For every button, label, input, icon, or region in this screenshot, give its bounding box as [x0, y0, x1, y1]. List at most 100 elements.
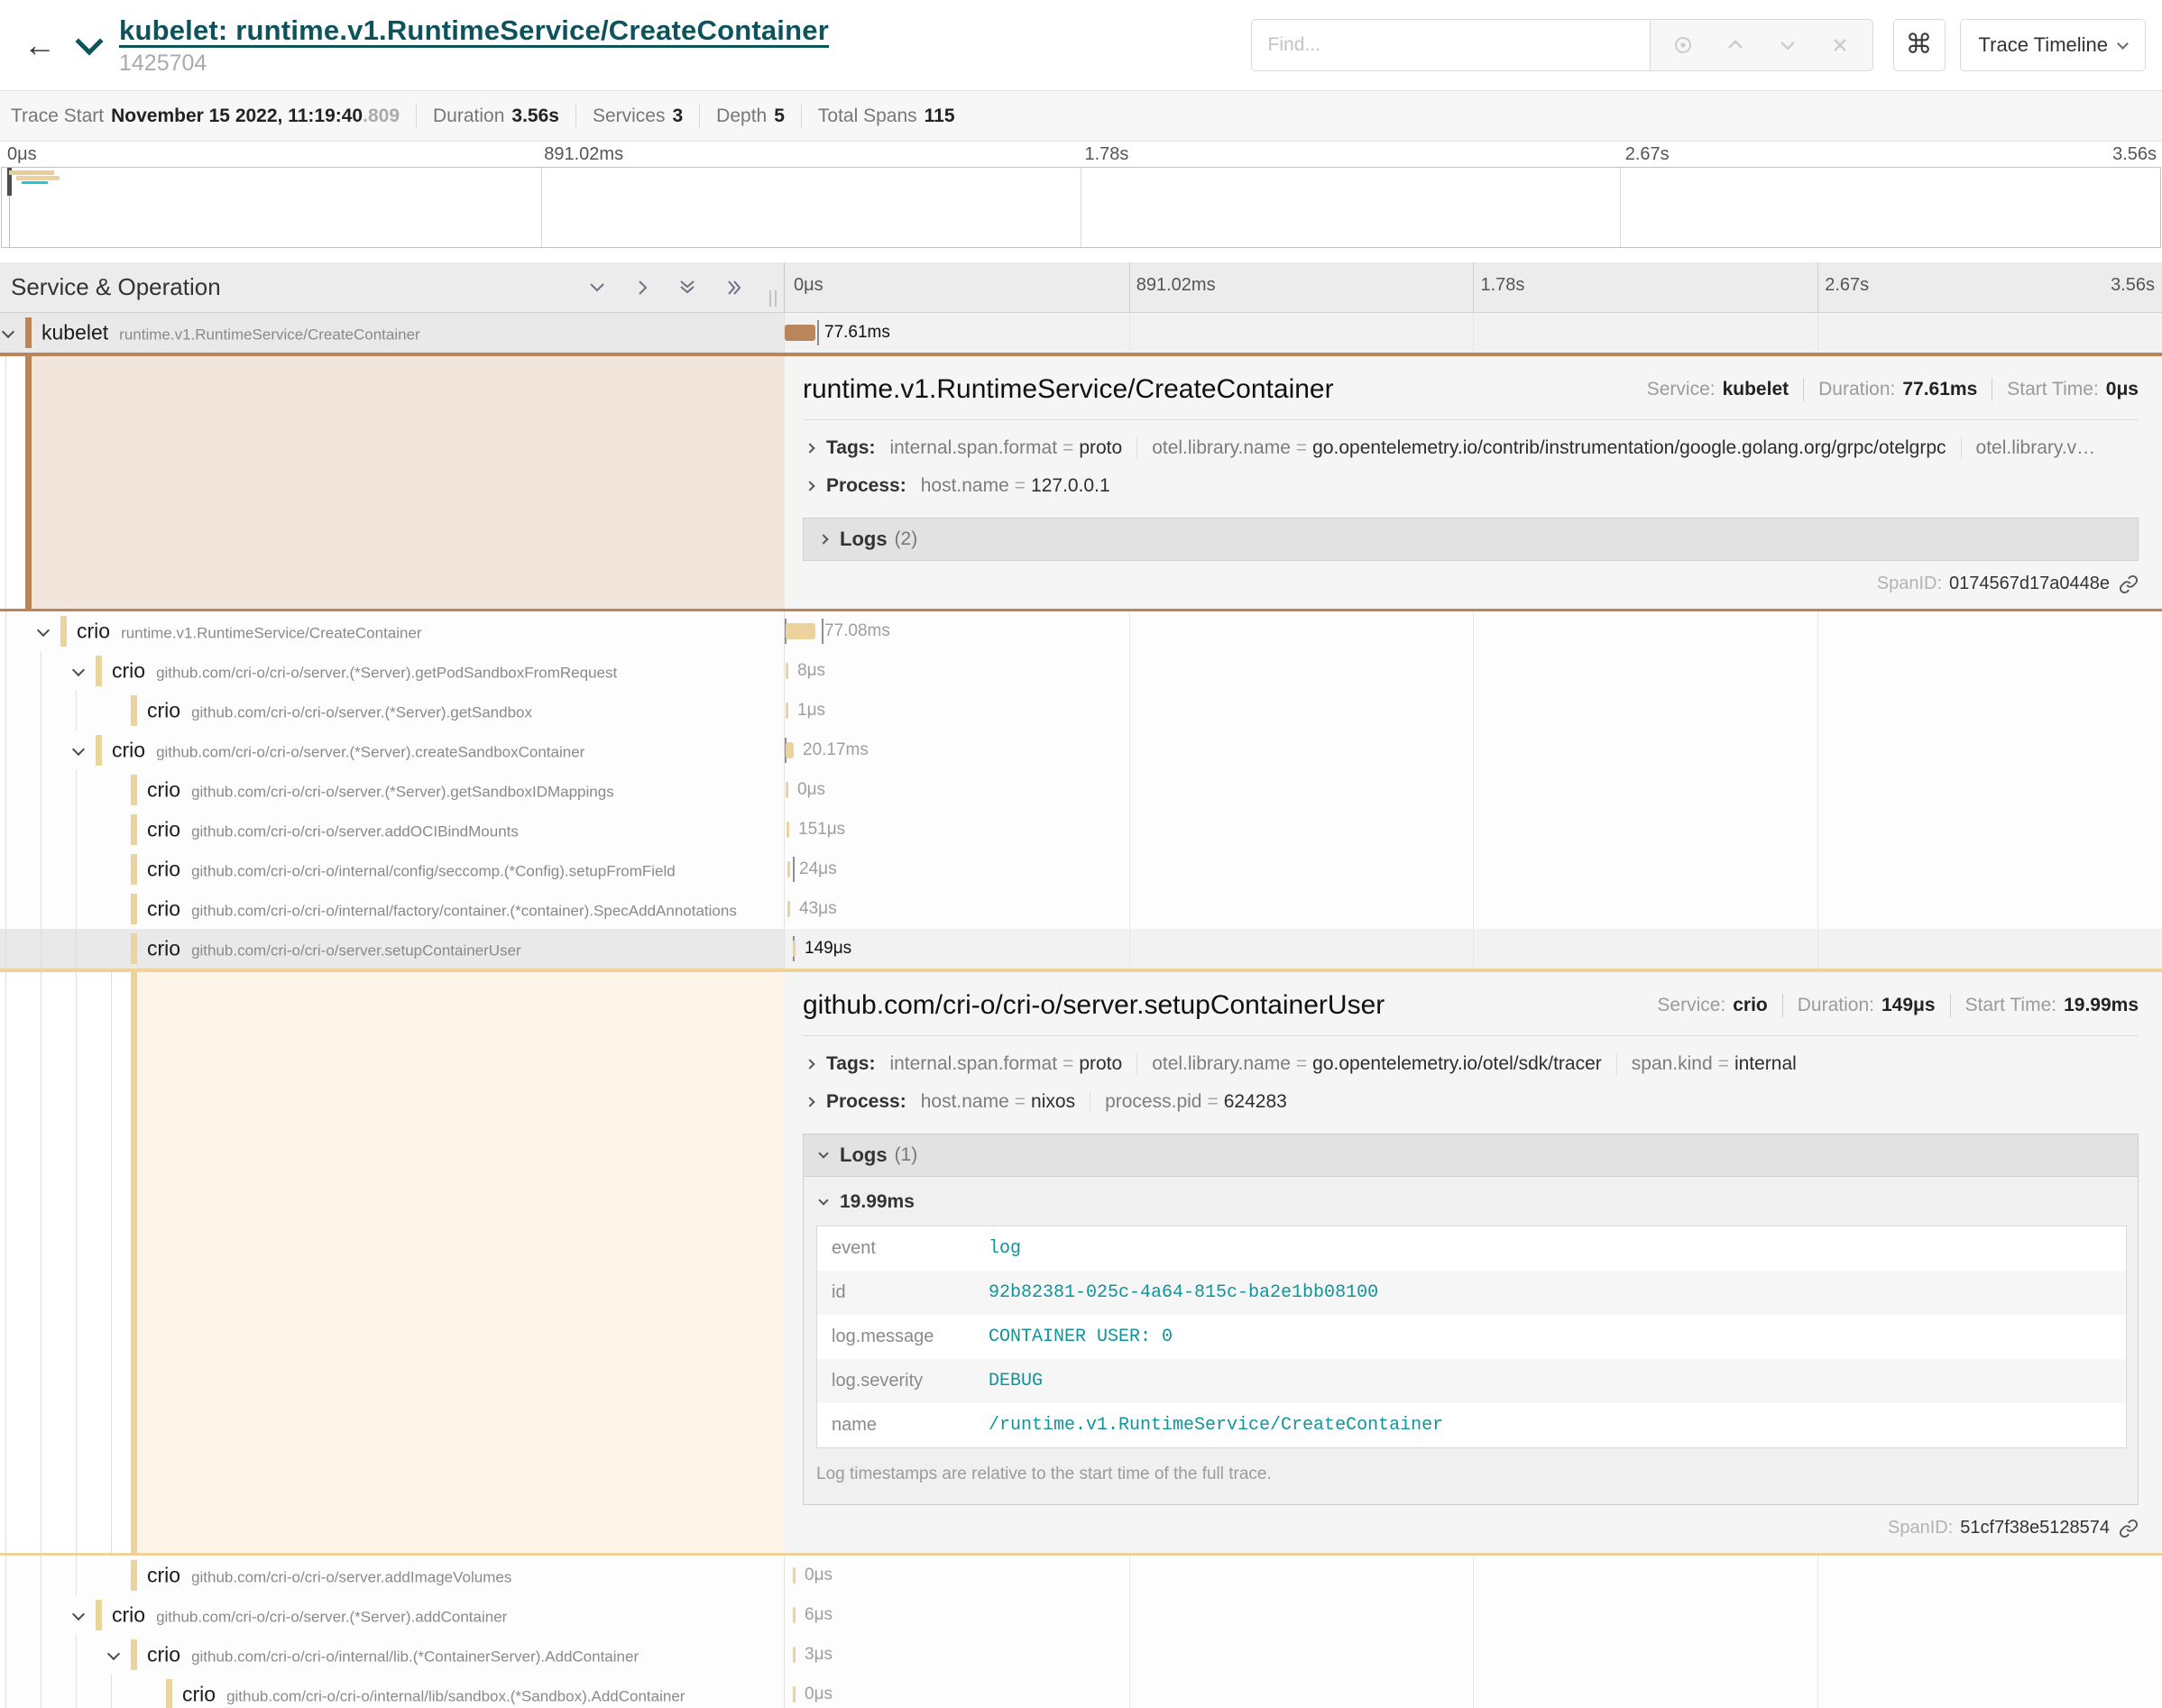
logs-toggle[interactable]: Logs (2) [803, 518, 2139, 561]
process-toggle[interactable]: Process: host.name=nixosprocess.pid=6242… [803, 1083, 2139, 1121]
span-expand-chevron-icon[interactable] [72, 664, 85, 676]
span-timeline-cell: 0μs [785, 1675, 2162, 1708]
span-color-bar [96, 656, 102, 686]
tag-item: host.name=nixos [921, 1091, 1105, 1113]
trace-title-link[interactable]: kubelet: runtime.v1.RuntimeService/Creat… [119, 14, 829, 47]
span-row[interactable]: criogithub.com/cri-o/cri-o/server.(*Serv… [0, 691, 2162, 730]
span-row[interactable]: criogithub.com/cri-o/cri-o/server.setupC… [0, 929, 2162, 969]
log-entry-toggle[interactable]: 19.99ms [816, 1191, 2127, 1213]
tag-item: otel.library.name=go.opentelemetry.io/co… [1152, 437, 1975, 459]
span-timeline-cell: 0μs [785, 770, 2162, 810]
span-row[interactable]: criogithub.com/cri-o/cri-o/server.(*Serv… [0, 651, 2162, 691]
copy-link-icon[interactable] [2119, 1519, 2139, 1538]
view-mode-dropdown[interactable]: Trace Timeline [1960, 19, 2146, 71]
span-color-bar [131, 854, 137, 885]
span-duration-label: 0μs [805, 1566, 833, 1585]
span-color-bar [131, 814, 137, 845]
chevron-down-icon [818, 1148, 828, 1158]
span-duration-label: 8μs [797, 661, 825, 681]
span-row[interactable]: criogithub.com/cri-o/cri-o/server.addOCI… [0, 810, 2162, 849]
span-expand-chevron-icon[interactable] [72, 1608, 85, 1621]
indent-guide [76, 929, 77, 969]
collapse-one-chevron-down-icon[interactable] [587, 279, 607, 297]
indent-guide [5, 770, 6, 810]
span-duration-bar [793, 941, 796, 957]
span-operation-name: github.com/cri-o/cri-o/internal/factory/… [191, 903, 737, 920]
span-detail-title: runtime.v1.RuntimeService/CreateContaine… [803, 374, 1334, 405]
span-row[interactable]: criogithub.com/cri-o/cri-o/server.(*Serv… [0, 770, 2162, 810]
tick-label: 3.56s [2112, 144, 2157, 165]
span-service-name: crio [147, 1643, 180, 1667]
span-color-bar [25, 317, 32, 348]
minimap-canvas[interactable] [1, 167, 2161, 248]
span-color-bar [131, 1639, 137, 1670]
chevron-right-icon [805, 1059, 814, 1069]
span-operation-name: github.com/cri-o/cri-o/server.(*Server).… [156, 665, 617, 682]
span-row[interactable]: criogithub.com/cri-o/cri-o/server.addIma… [0, 1556, 2162, 1595]
span-operation-name: github.com/cri-o/cri-o/server.(*Server).… [156, 744, 584, 761]
back-arrow-icon[interactable]: ← [23, 29, 56, 61]
indent-guide [5, 1675, 6, 1708]
trace-total-spans: Total Spans115 [818, 106, 955, 127]
find-input[interactable] [1251, 19, 1650, 71]
detail-left-strip [0, 972, 785, 1553]
span-row[interactable]: kubeletruntime.v1.RuntimeService/CreateC… [0, 313, 2162, 353]
log-field-row: log.messageCONTAINER USER: 0 [817, 1315, 2126, 1359]
column-resizer-handle[interactable] [769, 290, 777, 307]
span-color-bar [60, 616, 67, 647]
tags-toggle[interactable]: Tags: internal.span.format=protootel.lib… [803, 1045, 2139, 1083]
span-color-bar [131, 1560, 137, 1591]
chevron-down-icon [2117, 38, 2129, 50]
span-row[interactable]: criogithub.com/cri-o/cri-o/internal/conf… [0, 849, 2162, 889]
span-timeline-cell: 6μs [785, 1595, 2162, 1635]
expand-all-double-chevron-right-icon[interactable] [724, 278, 746, 298]
span-row[interactable]: criogithub.com/cri-o/cri-o/internal/fact… [0, 889, 2162, 929]
find-prev-chevron-up-icon[interactable] [1725, 34, 1746, 56]
log-fields-table: eventlogid92b82381-025c-4a64-815c-ba2e1b… [816, 1226, 2127, 1448]
span-service-name: crio [147, 937, 180, 960]
tag-item: host.name=127.0.0.1 [921, 475, 1110, 497]
span-expand-chevron-icon[interactable] [37, 624, 50, 637]
find-clear-x-icon[interactable] [1829, 34, 1851, 56]
span-row[interactable]: criogithub.com/cri-o/cri-o/internal/lib/… [0, 1675, 2162, 1708]
keyboard-shortcuts-button[interactable]: ⌘ [1893, 19, 1946, 71]
spanid-row: SpanID: 0174567d17a0448e [803, 574, 2139, 594]
span-duration-label: 77.08ms [824, 621, 890, 641]
span-timeline-cell: 43μs [785, 889, 2162, 929]
indent-guide [76, 691, 77, 730]
indent-guide [111, 972, 112, 1553]
header-controls: ⌘ Trace Timeline [1251, 19, 2146, 71]
minimap-span-bar [22, 181, 48, 184]
span-expand-chevron-icon[interactable] [72, 743, 85, 756]
span-color-bar [131, 775, 137, 805]
logs-toggle[interactable]: Logs (1) [803, 1134, 2139, 1177]
span-timeline-cell: 0μs [785, 1556, 2162, 1595]
indent-guide [5, 1556, 6, 1595]
focus-target-icon[interactable] [1672, 34, 1694, 56]
process-toggle[interactable]: Process: host.name=127.0.0.1 [803, 467, 2139, 505]
tag-item: process.pid=624283 [1105, 1091, 1287, 1113]
tag-item: internal.span.format=proto [889, 437, 1152, 459]
indent-guide [5, 810, 6, 849]
span-row[interactable]: criogithub.com/cri-o/cri-o/server.(*Serv… [0, 1595, 2162, 1635]
span-row[interactable]: crioruntime.v1.RuntimeService/CreateCont… [0, 611, 2162, 651]
copy-link-icon[interactable] [2119, 574, 2139, 594]
expand-one-chevron-right-icon[interactable] [634, 278, 650, 298]
find-next-chevron-down-icon[interactable] [1777, 34, 1799, 56]
trace-start: Trace StartNovember 15 2022, 11:19:40.80… [11, 106, 400, 127]
indent-guide [76, 810, 77, 849]
indent-guide [5, 929, 6, 969]
tags-toggle[interactable]: Tags: internal.span.format=protootel.lib… [803, 429, 2139, 467]
timeline-header: Service & Operation 0μs 891.02ms 1.78s 2… [0, 262, 2162, 313]
span-expand-chevron-icon[interactable] [2, 326, 14, 338]
collapse-all-double-chevron-down-icon[interactable] [677, 278, 697, 298]
span-operation-name: github.com/cri-o/cri-o/server.addImageVo… [191, 1569, 511, 1586]
span-detail-meta: Service:kubelet Duration:77.61ms Start T… [1647, 378, 2139, 401]
divider [801, 105, 802, 128]
span-row[interactable]: criogithub.com/cri-o/cri-o/internal/lib.… [0, 1635, 2162, 1675]
span-row[interactable]: criogithub.com/cri-o/cri-o/server.(*Serv… [0, 730, 2162, 770]
span-expand-chevron-icon[interactable] [107, 1648, 120, 1660]
trace-collapse-chevron-icon[interactable] [75, 27, 103, 55]
span-name-cell: criogithub.com/cri-o/cri-o/server.(*Serv… [0, 730, 785, 770]
span-detail-panel: github.com/cri-o/cri-o/server.setupConta… [785, 972, 2162, 1553]
